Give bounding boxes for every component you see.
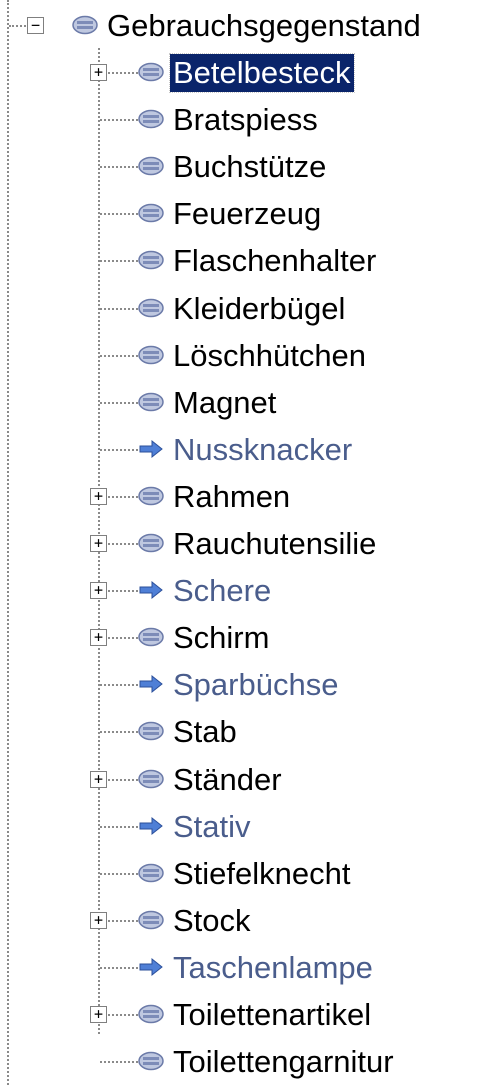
tree-item-row[interactable]: Bratspiess	[0, 97, 481, 144]
concept-icon	[138, 722, 164, 741]
item-guide-line	[100, 872, 138, 875]
tree-item-label[interactable]: Magnet	[170, 384, 279, 422]
item-guide-line	[100, 166, 138, 169]
expand-toggle-icon[interactable]: +	[90, 64, 107, 81]
expand-toggle-icon[interactable]: +	[90, 770, 107, 788]
concept-icon	[138, 298, 164, 317]
concept-icon	[138, 1004, 164, 1024]
tree-root-label[interactable]: Gebrauchsgegenstand	[104, 7, 424, 45]
concept-icon	[138, 392, 164, 411]
tree-item-row[interactable]: Stativ	[0, 804, 481, 851]
item-guide-line	[100, 448, 138, 451]
concept-icon	[138, 533, 164, 553]
concept-icon	[138, 345, 164, 364]
tree-item-row[interactable]: Stiefelknecht	[0, 851, 481, 898]
tree-item-row[interactable]: Sparbüchse	[0, 662, 481, 709]
item-guide-line	[100, 1061, 138, 1064]
tree-item-row[interactable]: Stab	[0, 709, 481, 756]
item-guide-line	[100, 731, 138, 734]
tree-item-row[interactable]: + Schirm	[0, 615, 481, 662]
tree-item-row[interactable]: Nussknacker	[0, 427, 481, 474]
collapse-toggle-icon[interactable]: −	[27, 17, 44, 34]
expand-toggle-icon[interactable]: +	[90, 911, 107, 929]
expand-toggle-icon[interactable]: +	[90, 629, 107, 647]
expand-toggle-icon[interactable]: +	[90, 582, 107, 600]
tree-item-row[interactable]: + Stock	[0, 898, 481, 945]
tree-item-label[interactable]: Rauchutensilie	[170, 525, 379, 563]
expand-toggle-icon[interactable]: +	[90, 535, 107, 552]
tree-item-label[interactable]: Nussknacker	[170, 431, 355, 469]
concept-icon	[138, 910, 164, 930]
tree-root-row[interactable]: − Gebrauchsgegenstand	[0, 3, 481, 50]
tree-item-label[interactable]: Schirm	[170, 619, 272, 657]
arrow-icon	[139, 675, 163, 694]
tree-item-row[interactable]: + Ständer	[0, 757, 481, 804]
concept-icon	[138, 627, 164, 647]
tree-item-label[interactable]: Betelbesteck	[169, 53, 355, 93]
tree-item-label[interactable]: Sparbüchse	[170, 666, 341, 704]
tree-item-row[interactable]: Kleiderbügel	[0, 286, 481, 333]
concept-icon	[138, 486, 164, 506]
tree-item-label[interactable]: Taschenlampe	[170, 949, 376, 987]
tree-item-row[interactable]: Löschhütchen	[0, 333, 481, 380]
arrow-icon	[139, 816, 163, 835]
arrow-icon	[139, 581, 163, 600]
concept-icon	[138, 769, 164, 788]
tree-item-label[interactable]: Schere	[170, 572, 274, 610]
concept-icon	[138, 109, 164, 129]
item-guide-line	[100, 354, 138, 357]
concept-icon	[138, 156, 164, 176]
tree-item-row[interactable]: Flaschenhalter	[0, 238, 481, 285]
concept-icon	[138, 62, 164, 82]
concept-icon	[72, 15, 98, 35]
item-guide-line	[100, 825, 138, 828]
tree-item-row[interactable]: Feuerzeug	[0, 191, 481, 238]
item-guide-line	[100, 119, 138, 122]
tree-item-label[interactable]: Stab	[170, 713, 240, 751]
arrow-icon	[139, 439, 163, 458]
tree-item-label[interactable]: Toilettenartikel	[170, 996, 374, 1034]
tree-view[interactable]: − Gebrauchsgegenstand + Betelbesteck Brats…	[0, 0, 481, 1085]
tree-item-label[interactable]: Rahmen	[170, 478, 293, 516]
tree-item-label[interactable]: Ständer	[170, 761, 285, 799]
item-guide-line	[100, 684, 138, 687]
tree-item-label[interactable]: Stock	[170, 902, 254, 940]
concept-icon	[138, 1051, 164, 1071]
tree-item-row[interactable]: Taschenlampe	[0, 945, 481, 992]
item-guide-line	[100, 401, 138, 404]
arrow-icon	[139, 957, 163, 976]
tree-item-label[interactable]: Flaschenhalter	[170, 242, 379, 280]
tree-item-row[interactable]: + Rauchutensilie	[0, 521, 481, 568]
item-guide-line	[100, 307, 138, 310]
tree-item-row[interactable]: + Toilettenartikel	[0, 992, 481, 1039]
tree-item-row[interactable]: Magnet	[0, 380, 481, 427]
tree-item-row[interactable]: + Rahmen	[0, 474, 481, 521]
concept-icon	[138, 204, 164, 223]
tree-item-label[interactable]: Bratspiess	[170, 101, 321, 139]
tree-item-label[interactable]: Buchstütze	[170, 148, 329, 186]
tree-item-row[interactable]: Buchstütze	[0, 144, 481, 191]
tree-item-row[interactable]: + Schere	[0, 568, 481, 615]
expand-toggle-icon[interactable]: +	[90, 1006, 107, 1023]
item-guide-line	[100, 260, 138, 263]
tree-item-label[interactable]: Stativ	[170, 808, 254, 846]
tree-item-label[interactable]: Kleiderbügel	[170, 290, 348, 328]
tree-item-label[interactable]: Toilettengarnitur	[170, 1043, 397, 1081]
expand-toggle-icon[interactable]: +	[90, 487, 107, 505]
concept-icon	[138, 251, 164, 270]
tree-item-row[interactable]: + Betelbesteck	[0, 50, 481, 97]
item-guide-line	[100, 966, 138, 969]
tree-item-label[interactable]: Feuerzeug	[170, 195, 324, 233]
concept-icon	[138, 863, 164, 882]
item-guide-line	[100, 213, 138, 216]
tree-item-label[interactable]: Stiefelknecht	[170, 855, 354, 893]
tree-item-row[interactable]: Toilettengarnitur	[0, 1039, 481, 1086]
tree-item-label[interactable]: Löschhütchen	[170, 337, 369, 375]
